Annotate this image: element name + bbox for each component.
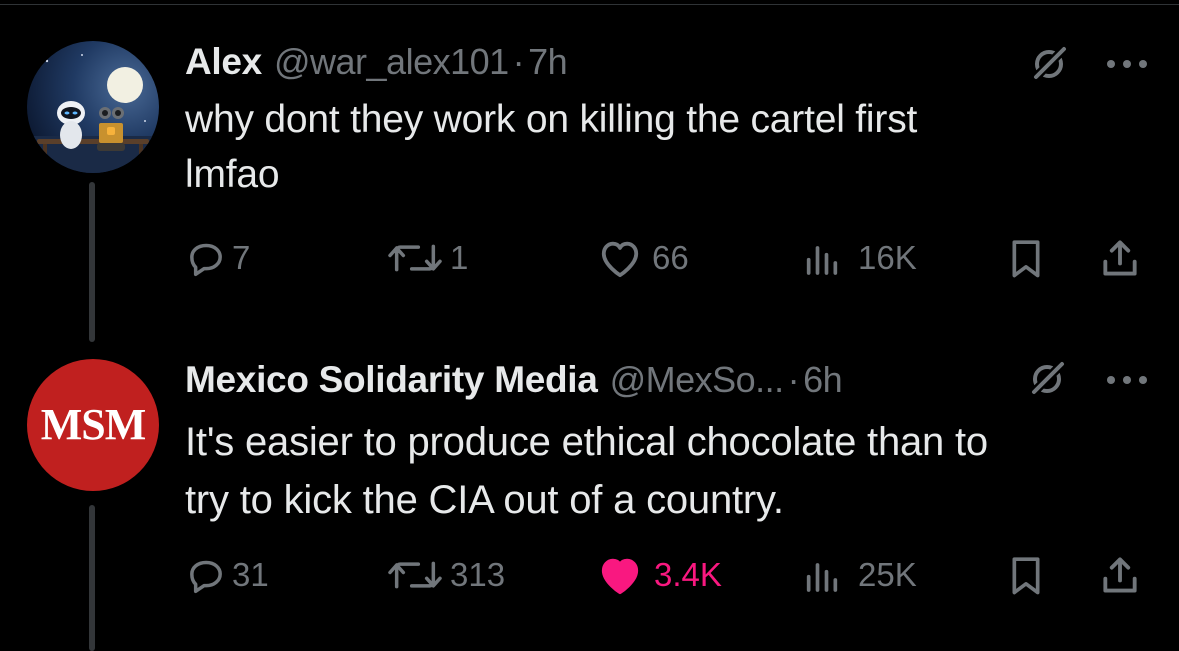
separator-dot: · [787,359,800,400]
reply-icon [190,560,222,594]
display-name[interactable]: Mexico Solidarity Media [185,359,598,401]
tweet-text: It's easier to produce ethical chocolate… [185,413,1145,529]
more-icon[interactable] [1104,370,1150,390]
share-icon [1103,240,1137,276]
tweet-text-line: try to kick the CIA out of a country. [185,478,784,522]
share-button[interactable] [1098,550,1142,600]
repost-icon [388,244,442,272]
tweet-header: Mexico Solidarity Media @MexSo... · 6h [185,355,843,405]
like-icon [601,241,639,278]
reply-button[interactable]: 31 [186,550,269,600]
views-button[interactable]: 16K [802,233,917,283]
views-count: 16K [858,239,917,276]
views-button[interactable]: 25K [802,550,917,600]
share-icon [1103,557,1137,593]
like-count: 66 [652,239,689,276]
views-count: 25K [858,556,917,593]
timestamp[interactable]: 7h [528,41,568,83]
tweet-header: Alex @war_alex101 · 7h [185,37,568,87]
like-icon [601,558,639,595]
like-button[interactable]: 66 [596,233,689,283]
tweet-text: why dont they work on killing the cartel… [185,92,1145,202]
separator-dot: · [512,41,525,82]
like-button[interactable]: 3.4K [596,550,722,600]
grok-icon[interactable] [1026,358,1068,400]
tweet[interactable]: MSM Mexico Solidarity Media @MexSo... · … [0,330,1179,651]
reply-button[interactable]: 7 [186,233,250,283]
timestamp[interactable]: 6h [803,359,843,401]
repost-button[interactable]: 313 [384,550,505,600]
reply-icon [190,243,222,277]
bookmark-icon [1012,240,1040,278]
views-icon [806,563,838,592]
tweet-text-line: It's easier to produce ethical chocolate… [185,420,988,464]
avatar[interactable] [27,41,159,173]
repost-icon [388,561,442,589]
bookmark-button[interactable] [1006,233,1046,283]
views-icon [806,246,838,275]
tweet-text-line: lmfao [185,153,280,196]
handle[interactable]: @war_alex101 [274,41,509,83]
reply-count: 31 [232,556,269,593]
avatar-image [27,41,159,173]
action-bar: 31 313 3.4K 25K [0,550,1179,600]
bookmark-button[interactable] [1006,550,1046,600]
action-bar: 7 1 66 16K [0,233,1179,283]
share-button[interactable] [1098,233,1142,283]
repost-count: 313 [450,556,506,593]
display-name[interactable]: Alex [185,41,262,83]
handle[interactable]: @MexSo... [610,359,785,401]
avatar[interactable]: MSM [27,359,159,491]
tweet[interactable]: Alex @war_alex101 · 7h why dont they wor… [0,0,1179,330]
repost-count: 1 [450,239,469,276]
reply-count: 7 [232,239,251,276]
bookmark-icon [1012,557,1040,595]
avatar-text: MSM [40,400,147,449]
tweet-text-line: why dont they work on killing the cartel… [185,98,918,141]
like-count: 3.4K [654,556,722,593]
more-icon[interactable] [1104,54,1150,74]
grok-icon[interactable] [1028,43,1070,85]
repost-button[interactable]: 1 [384,233,468,283]
